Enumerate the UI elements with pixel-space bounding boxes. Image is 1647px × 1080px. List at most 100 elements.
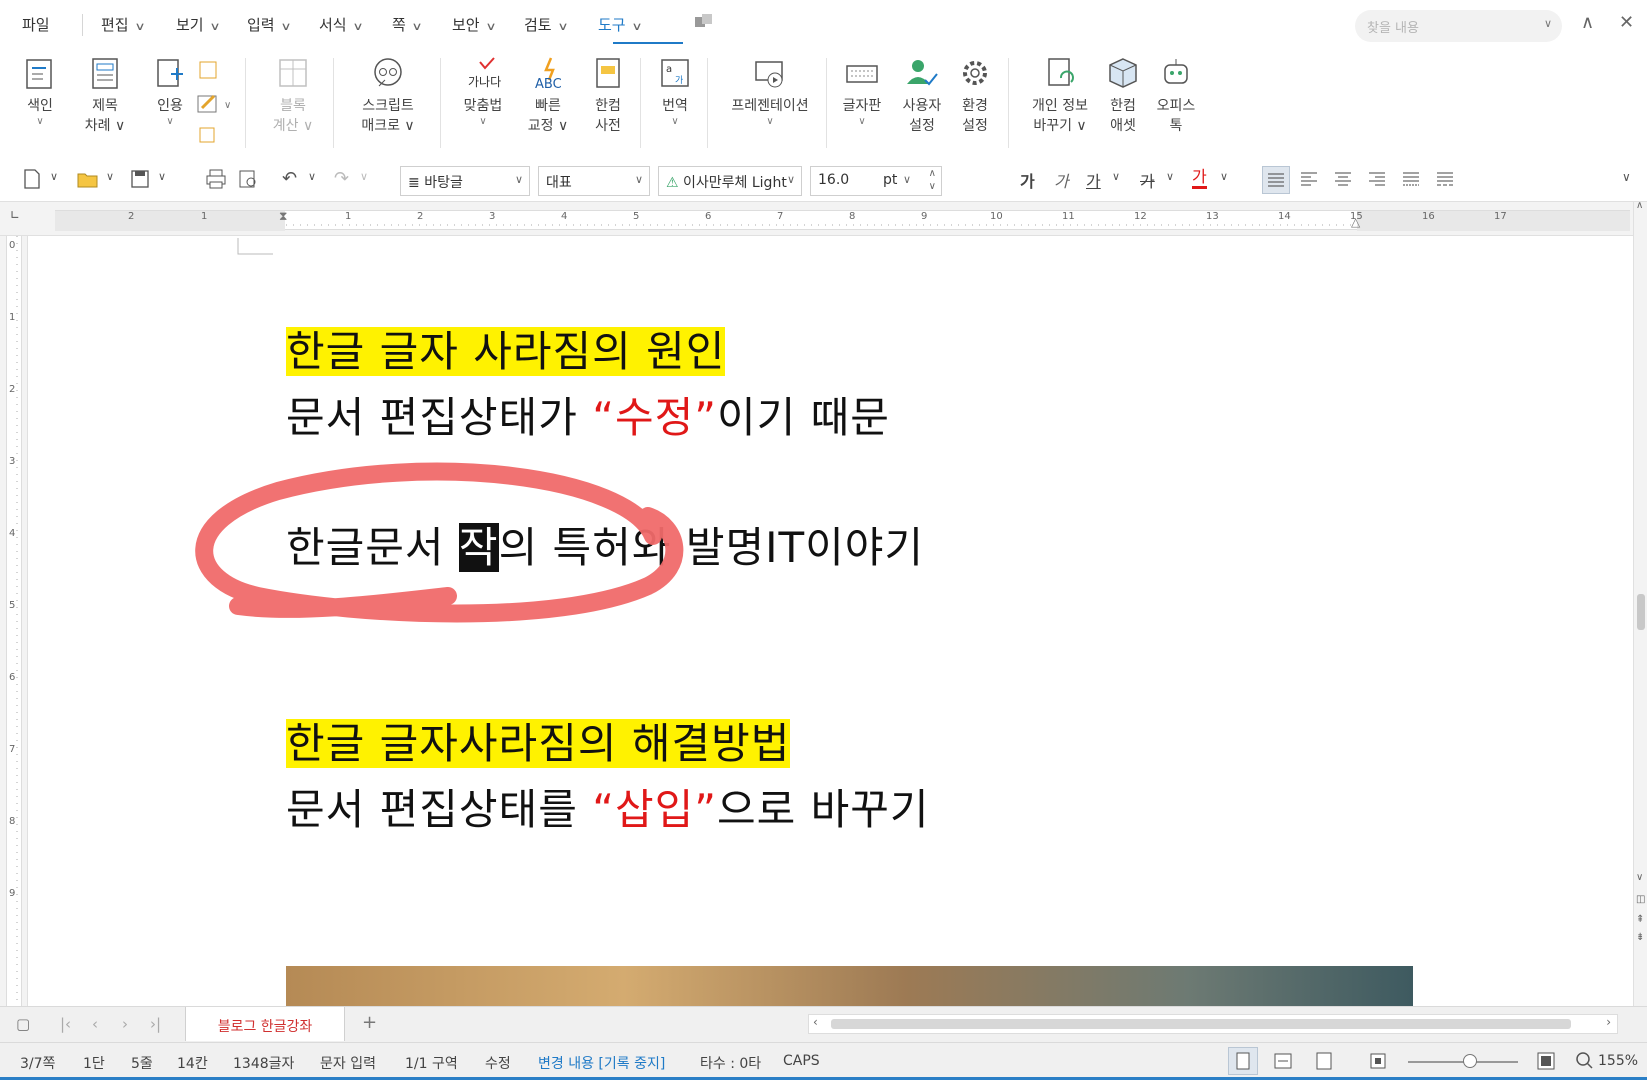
collapse-ribbon-icon[interactable]: ∧ bbox=[1581, 12, 1594, 33]
first-tab-icon[interactable]: |‹ bbox=[60, 1015, 71, 1033]
citation-tools[interactable]: ∨ bbox=[194, 56, 234, 152]
strikethrough-button[interactable]: 가 bbox=[1140, 168, 1155, 192]
save-icon[interactable] bbox=[130, 168, 150, 194]
align-divide-icon[interactable] bbox=[1432, 166, 1460, 194]
chevron-down-icon[interactable]: ∨ bbox=[1220, 170, 1228, 183]
new-document-icon[interactable] bbox=[22, 168, 42, 194]
office-talk-button[interactable]: 오피스 톡 bbox=[1152, 56, 1200, 136]
zoom-slider-handle[interactable] bbox=[1463, 1054, 1477, 1068]
fit-page-icon[interactable] bbox=[1313, 1051, 1335, 1075]
scroll-up-icon[interactable]: ∧ bbox=[1636, 200, 1643, 211]
status-edit-mode[interactable]: 수정 bbox=[485, 1053, 511, 1073]
citation-button[interactable]: 인용 ∨ bbox=[150, 56, 190, 128]
font-size-stepper[interactable]: ∧ ∨ bbox=[929, 167, 936, 193]
horizontal-scroll-thumb[interactable] bbox=[831, 1019, 1571, 1029]
menu-edit[interactable]: 편집 ∨ bbox=[101, 14, 145, 35]
print-preview-icon[interactable] bbox=[237, 168, 259, 194]
vertical-scroll-thumb[interactable] bbox=[1637, 594, 1645, 630]
bold-button[interactable]: 가 bbox=[1020, 168, 1035, 192]
zoom-icon[interactable] bbox=[1575, 1051, 1593, 1075]
block-calc-button[interactable]: 블록 계산 ∨ bbox=[268, 56, 318, 136]
right-margin-marker[interactable]: △ bbox=[1351, 215, 1360, 229]
align-left-icon[interactable] bbox=[1296, 166, 1324, 194]
spellcheck-button[interactable]: 가나다 맞춤법 ∨ bbox=[455, 56, 511, 128]
share-icon[interactable] bbox=[693, 12, 715, 36]
fit-width-icon[interactable] bbox=[1272, 1051, 1294, 1075]
hancom-asset-button[interactable]: 한컴 애셋 bbox=[1103, 56, 1143, 136]
personal-info-replace-button[interactable]: 개인 정보 바꾸기 ∨ bbox=[1022, 56, 1098, 136]
chevron-down-icon[interactable]: ∨ bbox=[50, 170, 58, 183]
menu-security[interactable]: 보안 ∨ bbox=[452, 14, 496, 35]
scroll-left-icon[interactable]: ‹ bbox=[813, 1015, 818, 1029]
italic-button[interactable]: 가 bbox=[1054, 168, 1069, 192]
translate-button[interactable]: a가 번역 ∨ bbox=[655, 56, 695, 128]
view-page-icon[interactable] bbox=[1228, 1047, 1258, 1075]
preferences-button[interactable]: 환경 설정 bbox=[955, 56, 995, 136]
align-right-icon[interactable] bbox=[1364, 166, 1392, 194]
tab-stop-icon[interactable]: ∟ bbox=[10, 208, 20, 222]
font-color-button[interactable]: 가 bbox=[1192, 168, 1207, 189]
toolbar-expand-icon[interactable]: ∨ bbox=[1622, 170, 1631, 184]
font-select[interactable]: ⚠ 이사만루체 Light ∨ bbox=[658, 166, 802, 196]
status-page[interactable]: 3/7쪽 bbox=[20, 1053, 55, 1073]
chevron-down-icon[interactable]: ∨ bbox=[1112, 170, 1120, 183]
ruler-number: 3 bbox=[489, 211, 496, 222]
vertical-scrollbar[interactable]: ∧ ∨ ◫ ⇞ ⇟ bbox=[1633, 200, 1647, 1006]
next-page-icon[interactable]: ⇟ bbox=[1636, 932, 1644, 943]
font-size-input[interactable]: 16.0 pt ∨ ∧ ∨ bbox=[810, 166, 942, 196]
prev-page-icon[interactable]: ⇞ bbox=[1636, 914, 1644, 925]
keyboard-layout-button[interactable]: 글자판 ∨ bbox=[838, 56, 886, 128]
menu-file[interactable]: 파일 bbox=[22, 14, 50, 35]
presentation-button[interactable]: 프레젠테이션 ∨ bbox=[720, 56, 820, 128]
style-select[interactable]: ≣ 바탕글 ∨ bbox=[400, 166, 530, 196]
menu-tools[interactable]: 도구 ∨ bbox=[598, 14, 642, 35]
scroll-right-icon[interactable]: › bbox=[1606, 1015, 1611, 1029]
print-icon[interactable] bbox=[205, 168, 227, 194]
add-tab-button[interactable]: + bbox=[362, 1012, 377, 1033]
align-justify-icon[interactable] bbox=[1262, 166, 1290, 194]
menu-format[interactable]: 서식 ∨ bbox=[319, 14, 363, 35]
chevron-down-icon[interactable]: ∨ bbox=[1166, 170, 1174, 183]
indent-marker[interactable]: ⧗ bbox=[279, 209, 287, 224]
chevron-down-icon[interactable]: ∨ bbox=[308, 170, 316, 183]
menu-insert[interactable]: 입력 ∨ bbox=[247, 14, 291, 35]
close-icon[interactable]: ✕ bbox=[1619, 12, 1634, 33]
quick-correct-button[interactable]: ABC 빠른 교정 ∨ bbox=[520, 56, 576, 136]
vertical-ruler[interactable]: 0 1 2 3 4 5 6 7 8 9 bbox=[0, 236, 28, 1006]
status-zoom[interactable]: 155% bbox=[1598, 1053, 1638, 1069]
align-center-icon[interactable] bbox=[1330, 166, 1358, 194]
language-select[interactable]: 대표 ∨ bbox=[538, 166, 650, 196]
search-input[interactable]: 찾을 내용 ∨ bbox=[1355, 10, 1562, 42]
page-select-icon[interactable]: ◫ bbox=[1636, 894, 1645, 905]
toc-button[interactable]: 제목 차례 ∨ bbox=[78, 56, 132, 136]
menu-page[interactable]: 쪽 ∨ bbox=[392, 14, 422, 35]
tab-document[interactable]: 블로그 한글강좌 bbox=[185, 1007, 345, 1041]
page-view-icon[interactable]: ▢ bbox=[16, 1015, 30, 1033]
index-button[interactable]: 색인 ∨ bbox=[20, 56, 60, 128]
redo-icon[interactable]: ↷ bbox=[334, 168, 349, 189]
actual-size-icon[interactable] bbox=[1368, 1051, 1390, 1075]
hancom-dictionary-button[interactable]: 한컴 사전 bbox=[588, 56, 628, 136]
user-settings-button[interactable]: 사용자 설정 bbox=[898, 56, 946, 136]
next-tab-icon[interactable]: › bbox=[122, 1015, 128, 1033]
chevron-down-icon[interactable]: ∨ bbox=[158, 170, 166, 183]
menu-view[interactable]: 보기 ∨ bbox=[176, 14, 220, 35]
horizontal-scrollbar[interactable]: ‹ › bbox=[808, 1014, 1618, 1034]
embedded-photo[interactable] bbox=[286, 966, 1413, 1006]
script-macro-button[interactable]: 스크립트 매크로 ∨ bbox=[350, 56, 426, 136]
open-folder-icon[interactable] bbox=[76, 168, 100, 194]
status-input-mode[interactable]: 문자 입력 bbox=[320, 1053, 376, 1073]
undo-icon[interactable]: ↶ bbox=[282, 168, 297, 189]
zoom-fit-icon[interactable] bbox=[1536, 1051, 1556, 1075]
chevron-down-icon[interactable]: ∨ bbox=[360, 170, 368, 183]
horizontal-ruler[interactable]: ∟ 2 1 1 2 3 4 5 6 7 8 9 10 11 12 13 14 1… bbox=[0, 202, 1647, 236]
status-track-changes[interactable]: 변경 내용 [기록 중지] bbox=[538, 1053, 665, 1073]
menu-review[interactable]: 검토 ∨ bbox=[524, 14, 568, 35]
underline-button[interactable]: 가 bbox=[1086, 168, 1101, 192]
last-tab-icon[interactable]: ›| bbox=[150, 1015, 161, 1033]
align-distribute-icon[interactable] bbox=[1398, 166, 1426, 194]
prev-tab-icon[interactable]: ‹ bbox=[92, 1015, 98, 1033]
scroll-down-icon[interactable]: ∨ bbox=[1636, 872, 1643, 883]
document-page[interactable]: 한글 글자 사라짐의 원인 문서 편집상태가 “수정”이기 때문 한글문서 작의… bbox=[28, 236, 1633, 1006]
chevron-down-icon[interactable]: ∨ bbox=[106, 170, 114, 183]
